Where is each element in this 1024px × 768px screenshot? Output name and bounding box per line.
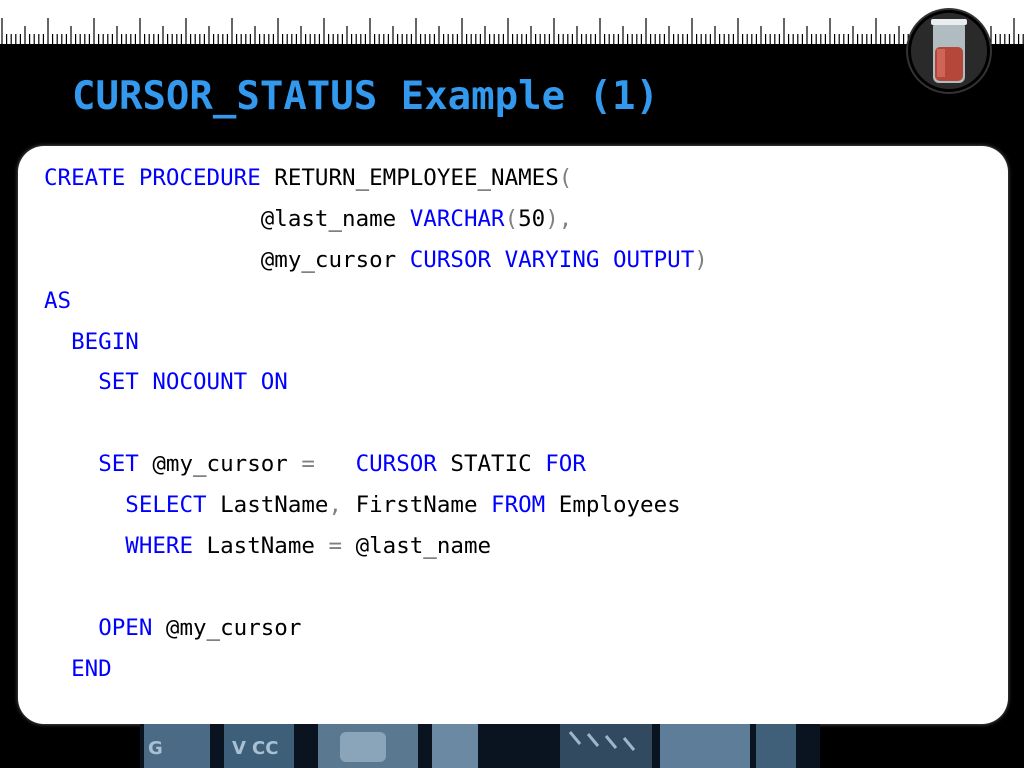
- code-keyword: FOR: [545, 451, 586, 478]
- ruler-strip: [0, 0, 1024, 48]
- code-keyword: FROM: [491, 492, 546, 519]
- code-line: SELECT LastName, FirstName FROM Employee…: [44, 485, 708, 526]
- code-keyword: OUTPUT: [612, 246, 695, 273]
- code-text: @last_name: [260, 205, 410, 232]
- code-text: @last_name: [342, 533, 492, 560]
- code-line: OPEN @my_cursor: [44, 608, 708, 649]
- ruler-baseline: [0, 44, 1024, 48]
- code-keyword: CREATE: [44, 165, 126, 191]
- slide-title: CURSOR_STATUS Example (1): [72, 74, 659, 119]
- code-text: @my_cursor: [152, 614, 302, 641]
- code-text: Employees: [545, 492, 681, 519]
- code-keyword: NOCOUNT: [152, 369, 248, 396]
- code-text: LastName: [206, 492, 329, 519]
- code-block: CREATE PROCEDURE RETURN_EMPLOYEE_NAMES( …: [44, 158, 708, 690]
- code-keyword: OPEN: [98, 614, 153, 641]
- svg-text:G: G: [148, 738, 163, 759]
- code-keyword: WHERE: [125, 533, 194, 560]
- code-line: CREATE PROCEDURE RETURN_EMPLOYEE_NAMES(: [44, 158, 708, 199]
- code-text: @my_cursor: [260, 246, 410, 273]
- code-text: RETURN_EMPLOYEE_NAMES: [260, 165, 559, 191]
- code-operator: =: [301, 451, 315, 478]
- code-line: BEGIN: [44, 322, 708, 363]
- code-keyword: SELECT: [125, 492, 207, 519]
- code-line: WHERE LastName = @last_name: [44, 526, 708, 567]
- code-operator: ): [694, 246, 708, 273]
- code-text: @my_cursor: [138, 451, 302, 478]
- ruler-ticks: [0, 18, 1024, 48]
- code-keyword: ON: [260, 369, 288, 396]
- code-operator: ,: [328, 492, 343, 519]
- code-line: @my_cursor CURSOR VARYING OUTPUT): [44, 240, 708, 281]
- code-keyword: CURSOR: [355, 451, 437, 478]
- lab-beaker-icon: [908, 10, 990, 92]
- code-keyword: CURSOR: [409, 246, 492, 273]
- code-operator: ),: [545, 205, 573, 232]
- svg-text:CC: CC: [252, 738, 278, 759]
- code-keyword: PROCEDURE: [138, 165, 261, 191]
- code-text: LastName: [193, 533, 329, 560]
- code-text: 50: [518, 205, 546, 232]
- code-text: FirstName: [342, 492, 492, 519]
- code-keyword: AS: [44, 287, 72, 314]
- code-operator: (: [504, 205, 519, 232]
- code-line: END: [44, 649, 708, 690]
- code-text: STATIC: [436, 451, 546, 478]
- code-operator: =: [328, 533, 343, 560]
- code-keyword: SET: [98, 451, 139, 478]
- svg-text:V: V: [232, 738, 246, 759]
- code-line: SET NOCOUNT ON: [44, 362, 708, 403]
- code-keyword: BEGIN: [71, 328, 139, 355]
- code-keyword: END: [71, 655, 112, 682]
- code-keyword: SET: [98, 369, 139, 396]
- code-line: SET @my_cursor = CURSOR STATIC FOR: [44, 444, 708, 485]
- decorative-photo-strip: G V CC: [140, 724, 820, 768]
- code-line: AS: [44, 281, 708, 322]
- code-keyword: VARCHAR: [409, 205, 505, 232]
- code-line: @last_name VARCHAR(50),: [44, 199, 708, 240]
- code-operator: (: [558, 165, 573, 191]
- code-keyword: VARYING: [504, 246, 600, 273]
